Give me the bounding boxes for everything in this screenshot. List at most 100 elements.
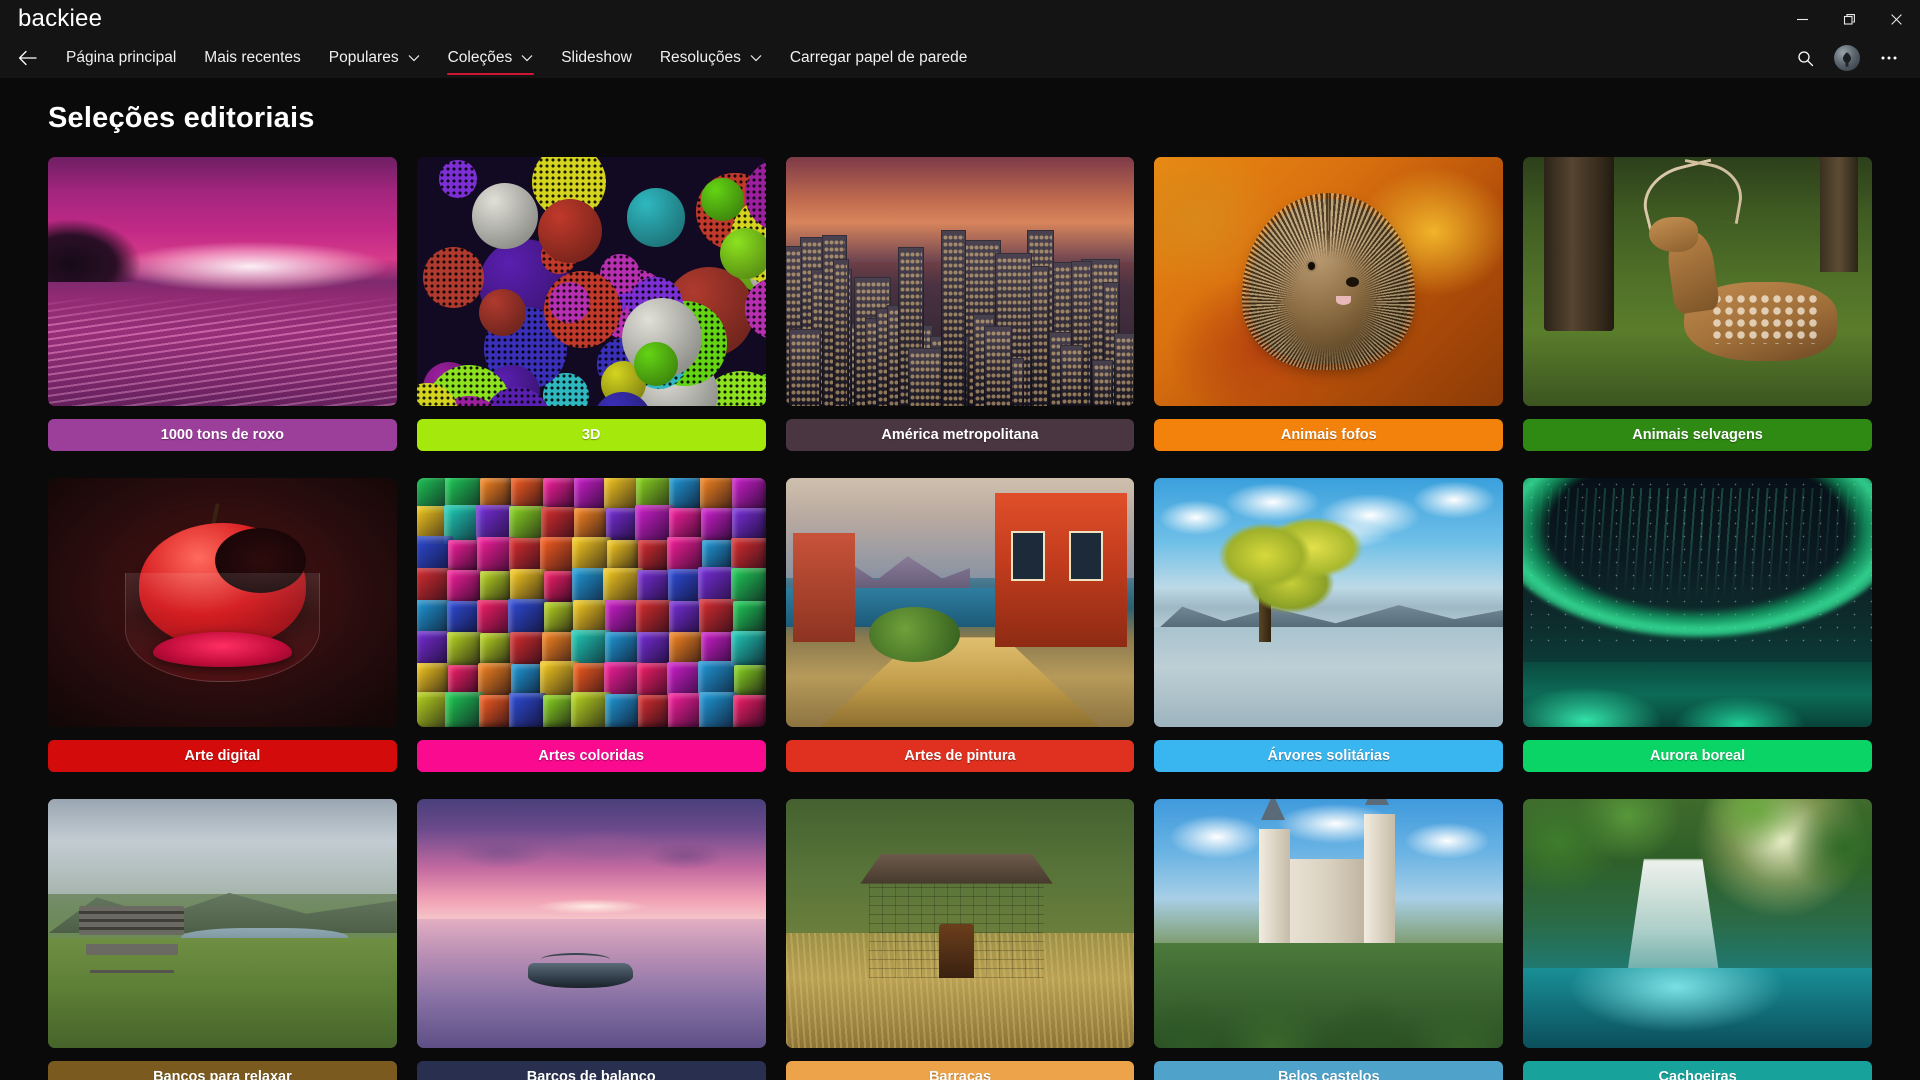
minimize-button[interactable]: [1779, 0, 1826, 38]
close-button[interactable]: [1873, 0, 1920, 38]
collection-thumbnail[interactable]: [1154, 478, 1504, 727]
deer-head: [1648, 216, 1698, 252]
collection-thumbnail[interactable]: [48, 799, 397, 1048]
collection-card[interactable]: Bancos para relaxar: [48, 799, 397, 1080]
sphere-shape: [626, 188, 686, 247]
nav-item-slideshow[interactable]: Slideshow: [547, 38, 646, 78]
nav-item-carregar-papel-de-parede[interactable]: Carregar papel de parede: [776, 38, 982, 78]
nav-label: Página principal: [66, 49, 177, 66]
collection-card[interactable]: Barcos de balanço: [416, 799, 766, 1080]
cube-shape: [479, 694, 513, 727]
painting-house-right: [994, 492, 1128, 648]
forest-layer: [1154, 943, 1504, 1048]
building-block: [832, 259, 849, 406]
title-bar: backiee: [0, 0, 1920, 38]
back-button[interactable]: [8, 41, 46, 75]
lone-tree-lake-image: [1154, 478, 1504, 727]
collection-thumbnail[interactable]: [1523, 157, 1872, 406]
city-skyline-image: [785, 157, 1135, 406]
collection-thumbnail[interactable]: [785, 478, 1135, 727]
chevron-down-icon: [750, 49, 762, 67]
waterfall-image: [1523, 799, 1872, 1048]
nav-label: Populares: [328, 49, 399, 66]
aurora-rays: [1523, 487, 1872, 643]
collection-card[interactable]: Arte digital: [48, 478, 397, 772]
search-button[interactable]: [1786, 41, 1824, 75]
collection-card[interactable]: Barracas: [785, 799, 1135, 1080]
collection-label[interactable]: Animais fofos: [1154, 419, 1504, 451]
cube-shape: [733, 664, 766, 697]
collection-label[interactable]: Artes coloridas: [416, 740, 766, 772]
collection-label[interactable]: Arte digital: [48, 740, 397, 772]
collection-card[interactable]: América metropolitana: [785, 157, 1135, 451]
more-options-button[interactable]: [1870, 41, 1908, 75]
park-bench: [79, 899, 184, 994]
castle-spire-right: [1365, 799, 1390, 806]
collection-label[interactable]: Barracas: [785, 1061, 1135, 1080]
collection-thumbnail[interactable]: [416, 799, 766, 1048]
collection-thumbnail[interactable]: [48, 157, 397, 406]
nav-item-colecoes[interactable]: Coleções: [434, 38, 548, 78]
collection-thumbnail[interactable]: [48, 478, 397, 727]
painting-road: [820, 637, 1100, 727]
nav-item-mais-recentes[interactable]: Mais recentes: [190, 38, 314, 78]
nav-label: Resoluções: [659, 49, 741, 66]
nav-label: Slideshow: [561, 49, 632, 66]
nav-label: Carregar papel de parede: [789, 49, 968, 66]
collection-thumbnail[interactable]: [1154, 157, 1504, 406]
cube-shape: [700, 507, 736, 542]
water-pool: [1523, 968, 1872, 1048]
collection-label[interactable]: 1000 tons de roxo: [48, 419, 397, 451]
collection-card[interactable]: Árvores solitárias: [1154, 478, 1504, 772]
sky-layer: [48, 799, 397, 894]
collection-card[interactable]: Artes de pintura: [785, 478, 1135, 772]
collection-card[interactable]: 1000 tons de roxo: [48, 157, 397, 451]
sphere-shape: [423, 246, 485, 308]
collection-label[interactable]: Cachoeiras: [1523, 1061, 1872, 1080]
avatar: [1834, 45, 1860, 71]
castle-spire-left: [1260, 799, 1285, 821]
lips-shape: [152, 632, 293, 668]
ice-foreground: [1523, 662, 1872, 727]
collection-card[interactable]: Artes coloridas: [416, 478, 766, 772]
hedgehog-eye: [1307, 261, 1315, 270]
collection-card[interactable]: Animais selvagens: [1523, 157, 1872, 451]
main-content: Seleções editoriais 1000 tons de roxo 3D…: [0, 78, 1920, 1080]
user-account-button[interactable]: [1828, 41, 1866, 75]
cube-shape: [698, 692, 738, 727]
nav-item-populares[interactable]: Populares: [315, 38, 434, 78]
collection-thumbnail[interactable]: [1523, 799, 1872, 1048]
sphere-shape: [439, 160, 477, 198]
cube-shape: [605, 694, 641, 727]
collection-label[interactable]: Árvores solitárias: [1154, 740, 1504, 772]
collection-thumbnail[interactable]: [785, 799, 1135, 1048]
collection-thumbnail[interactable]: [1523, 478, 1872, 727]
sphere-shape: [701, 178, 744, 221]
collection-thumbnail[interactable]: [1154, 799, 1504, 1048]
collection-label[interactable]: Bancos para relaxar: [48, 1061, 397, 1080]
collection-thumbnail[interactable]: [416, 157, 766, 406]
collection-thumbnail[interactable]: [416, 478, 766, 727]
collection-label[interactable]: 3D: [416, 419, 766, 451]
collection-card[interactable]: Belos castelos: [1154, 799, 1504, 1080]
navigation-bar: Página principal Mais recentes Populares…: [0, 38, 1920, 78]
collection-label[interactable]: Barcos de balanço: [416, 1061, 766, 1080]
nav-item-resolucoes[interactable]: Resoluções: [646, 38, 776, 78]
collection-card[interactable]: Animais fofos: [1154, 157, 1504, 451]
collection-card[interactable]: Aurora boreal: [1523, 478, 1872, 772]
digital-art-apple-image: [48, 478, 397, 727]
maximize-button[interactable]: [1826, 0, 1873, 38]
collection-label[interactable]: Aurora boreal: [1523, 740, 1872, 772]
hedgehog-body: [1248, 199, 1409, 364]
cube-shape: [543, 602, 576, 634]
nav-item-pagina-principal[interactable]: Página principal: [52, 38, 190, 78]
aurora-borealis-image: [1523, 478, 1872, 727]
tree-trunk-secondary: [1819, 157, 1859, 272]
collection-thumbnail[interactable]: [785, 157, 1135, 406]
collection-card[interactable]: 3D: [416, 157, 766, 451]
collection-label[interactable]: América metropolitana: [785, 419, 1135, 451]
collection-card[interactable]: Cachoeiras: [1523, 799, 1872, 1080]
collection-label[interactable]: Artes de pintura: [785, 740, 1135, 772]
collection-label[interactable]: Belos castelos: [1154, 1061, 1504, 1080]
collection-label[interactable]: Animais selvagens: [1523, 419, 1872, 451]
